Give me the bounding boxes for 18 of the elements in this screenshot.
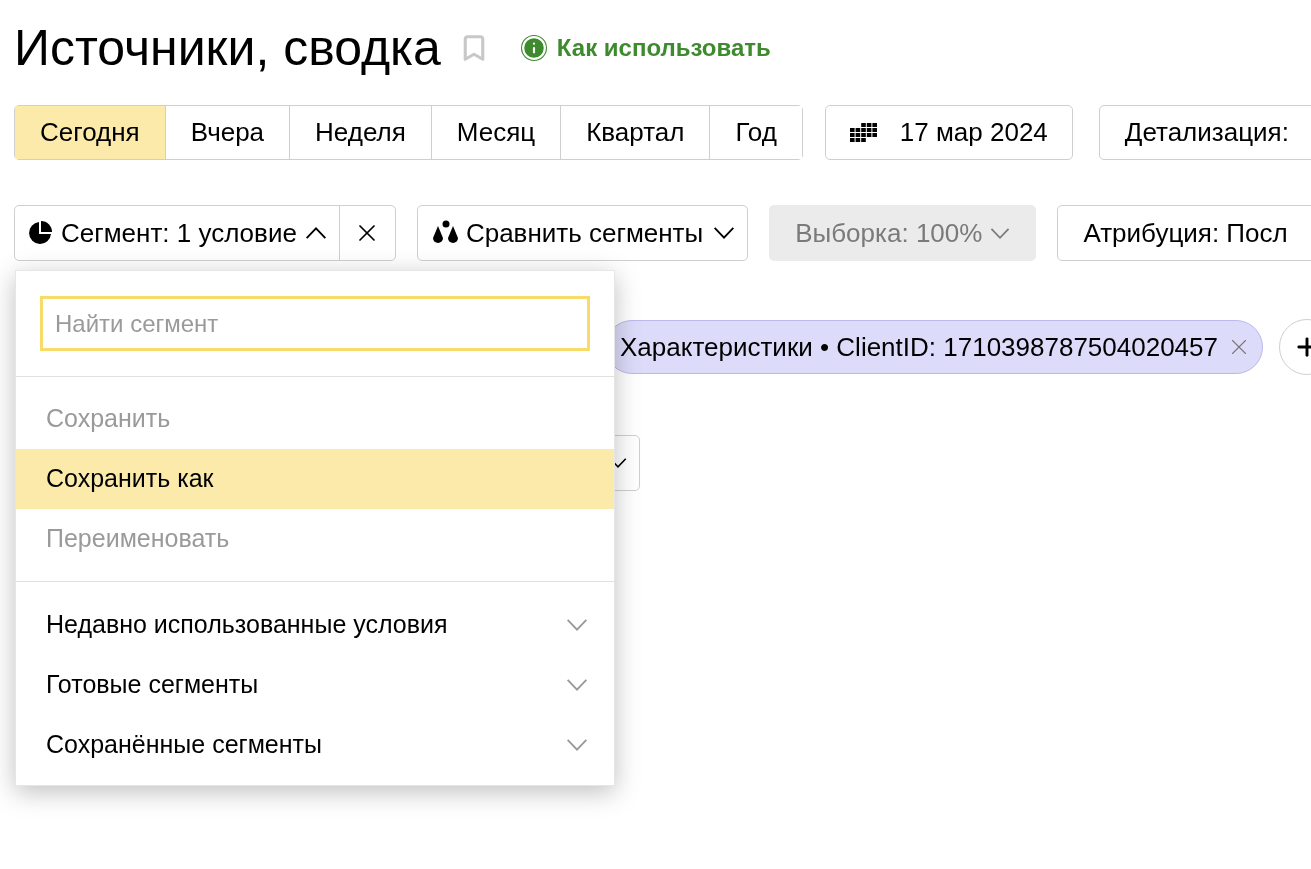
menu-item[interactable]: Сохранить как [16, 449, 614, 509]
help-link[interactable]: Как использовать [556, 30, 771, 66]
calendar-icon [849, 122, 878, 143]
pie-chart-icon [27, 220, 53, 246]
period-tab[interactable]: Год [709, 106, 802, 159]
date-button[interactable]: 17 мар 2024 [824, 105, 1073, 160]
info-icon [520, 35, 547, 61]
attribution-button[interactable]: Атрибуция: Посл [1057, 205, 1311, 261]
compare-segments-button[interactable]: Сравнить сегменты [416, 205, 749, 261]
menu-section[interactable]: Готовые сегменты [16, 655, 614, 715]
menu-section[interactable]: Сохранённые сегменты [16, 715, 614, 775]
chevron-up-icon [304, 227, 327, 239]
search-field[interactable]: Найти сегмент [40, 296, 590, 351]
filter-chip-label: Характеристики • ClientID: 1710398787504020457 [620, 330, 1218, 364]
detail-button[interactable]: Детализация: [1098, 105, 1311, 160]
menu-section[interactable]: Недавно использованные условия [16, 595, 614, 655]
period-tab[interactable]: Сегодня [15, 106, 165, 159]
page-title: Источники, сводка [14, 23, 441, 73]
